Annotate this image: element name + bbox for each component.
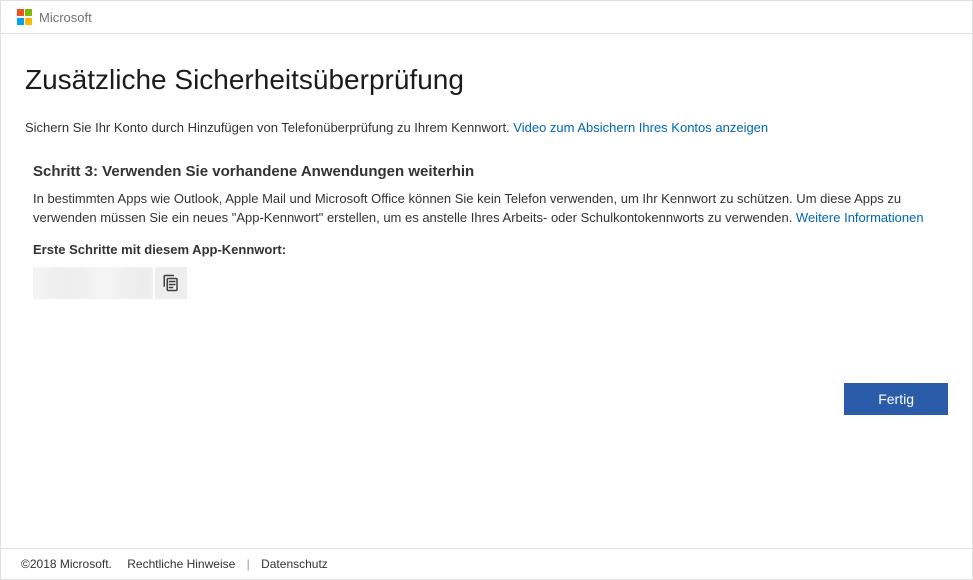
footer-legal-link[interactable]: Rechtliche Hinweise: [127, 557, 235, 571]
intro-video-link[interactable]: Video zum Absichern Ihres Kontos anzeige…: [513, 120, 768, 135]
copy-password-button[interactable]: [155, 267, 187, 299]
copy-icon: [162, 274, 180, 292]
header-bar: Microsoft: [1, 1, 972, 34]
app-password-display: [33, 267, 153, 299]
intro-text: Sichern Sie Ihr Konto durch Hinzufügen v…: [25, 120, 948, 135]
intro-plain: Sichern Sie Ihr Konto durch Hinzufügen v…: [25, 120, 513, 135]
step-title: Schritt 3: Verwenden Sie vorhandene Anwe…: [25, 163, 948, 180]
microsoft-logo-icon: [17, 9, 33, 25]
brand-text: Microsoft: [39, 10, 92, 25]
app-password-obscured: [33, 267, 153, 299]
footer-separator: |: [247, 557, 250, 571]
step-description: In bestimmten Apps wie Outlook, Apple Ma…: [25, 190, 948, 228]
action-row: Fertig: [844, 383, 948, 415]
app-password-row: [25, 267, 948, 299]
main-content: Zusätzliche Sicherheitsüberprüfung Siche…: [1, 34, 972, 299]
more-info-link[interactable]: Weitere Informationen: [796, 210, 924, 225]
step-desc-text: In bestimmten Apps wie Outlook, Apple Ma…: [33, 191, 901, 225]
footer: ©2018 Microsoft. Rechtliche Hinweise | D…: [1, 548, 972, 579]
footer-copyright: ©2018 Microsoft.: [21, 557, 112, 571]
footer-privacy-link[interactable]: Datenschutz: [261, 557, 328, 571]
done-button[interactable]: Fertig: [844, 383, 948, 415]
app-password-label: Erste Schritte mit diesem App-Kennwort:: [25, 242, 948, 257]
page-title: Zusätzliche Sicherheitsüberprüfung: [25, 64, 948, 96]
